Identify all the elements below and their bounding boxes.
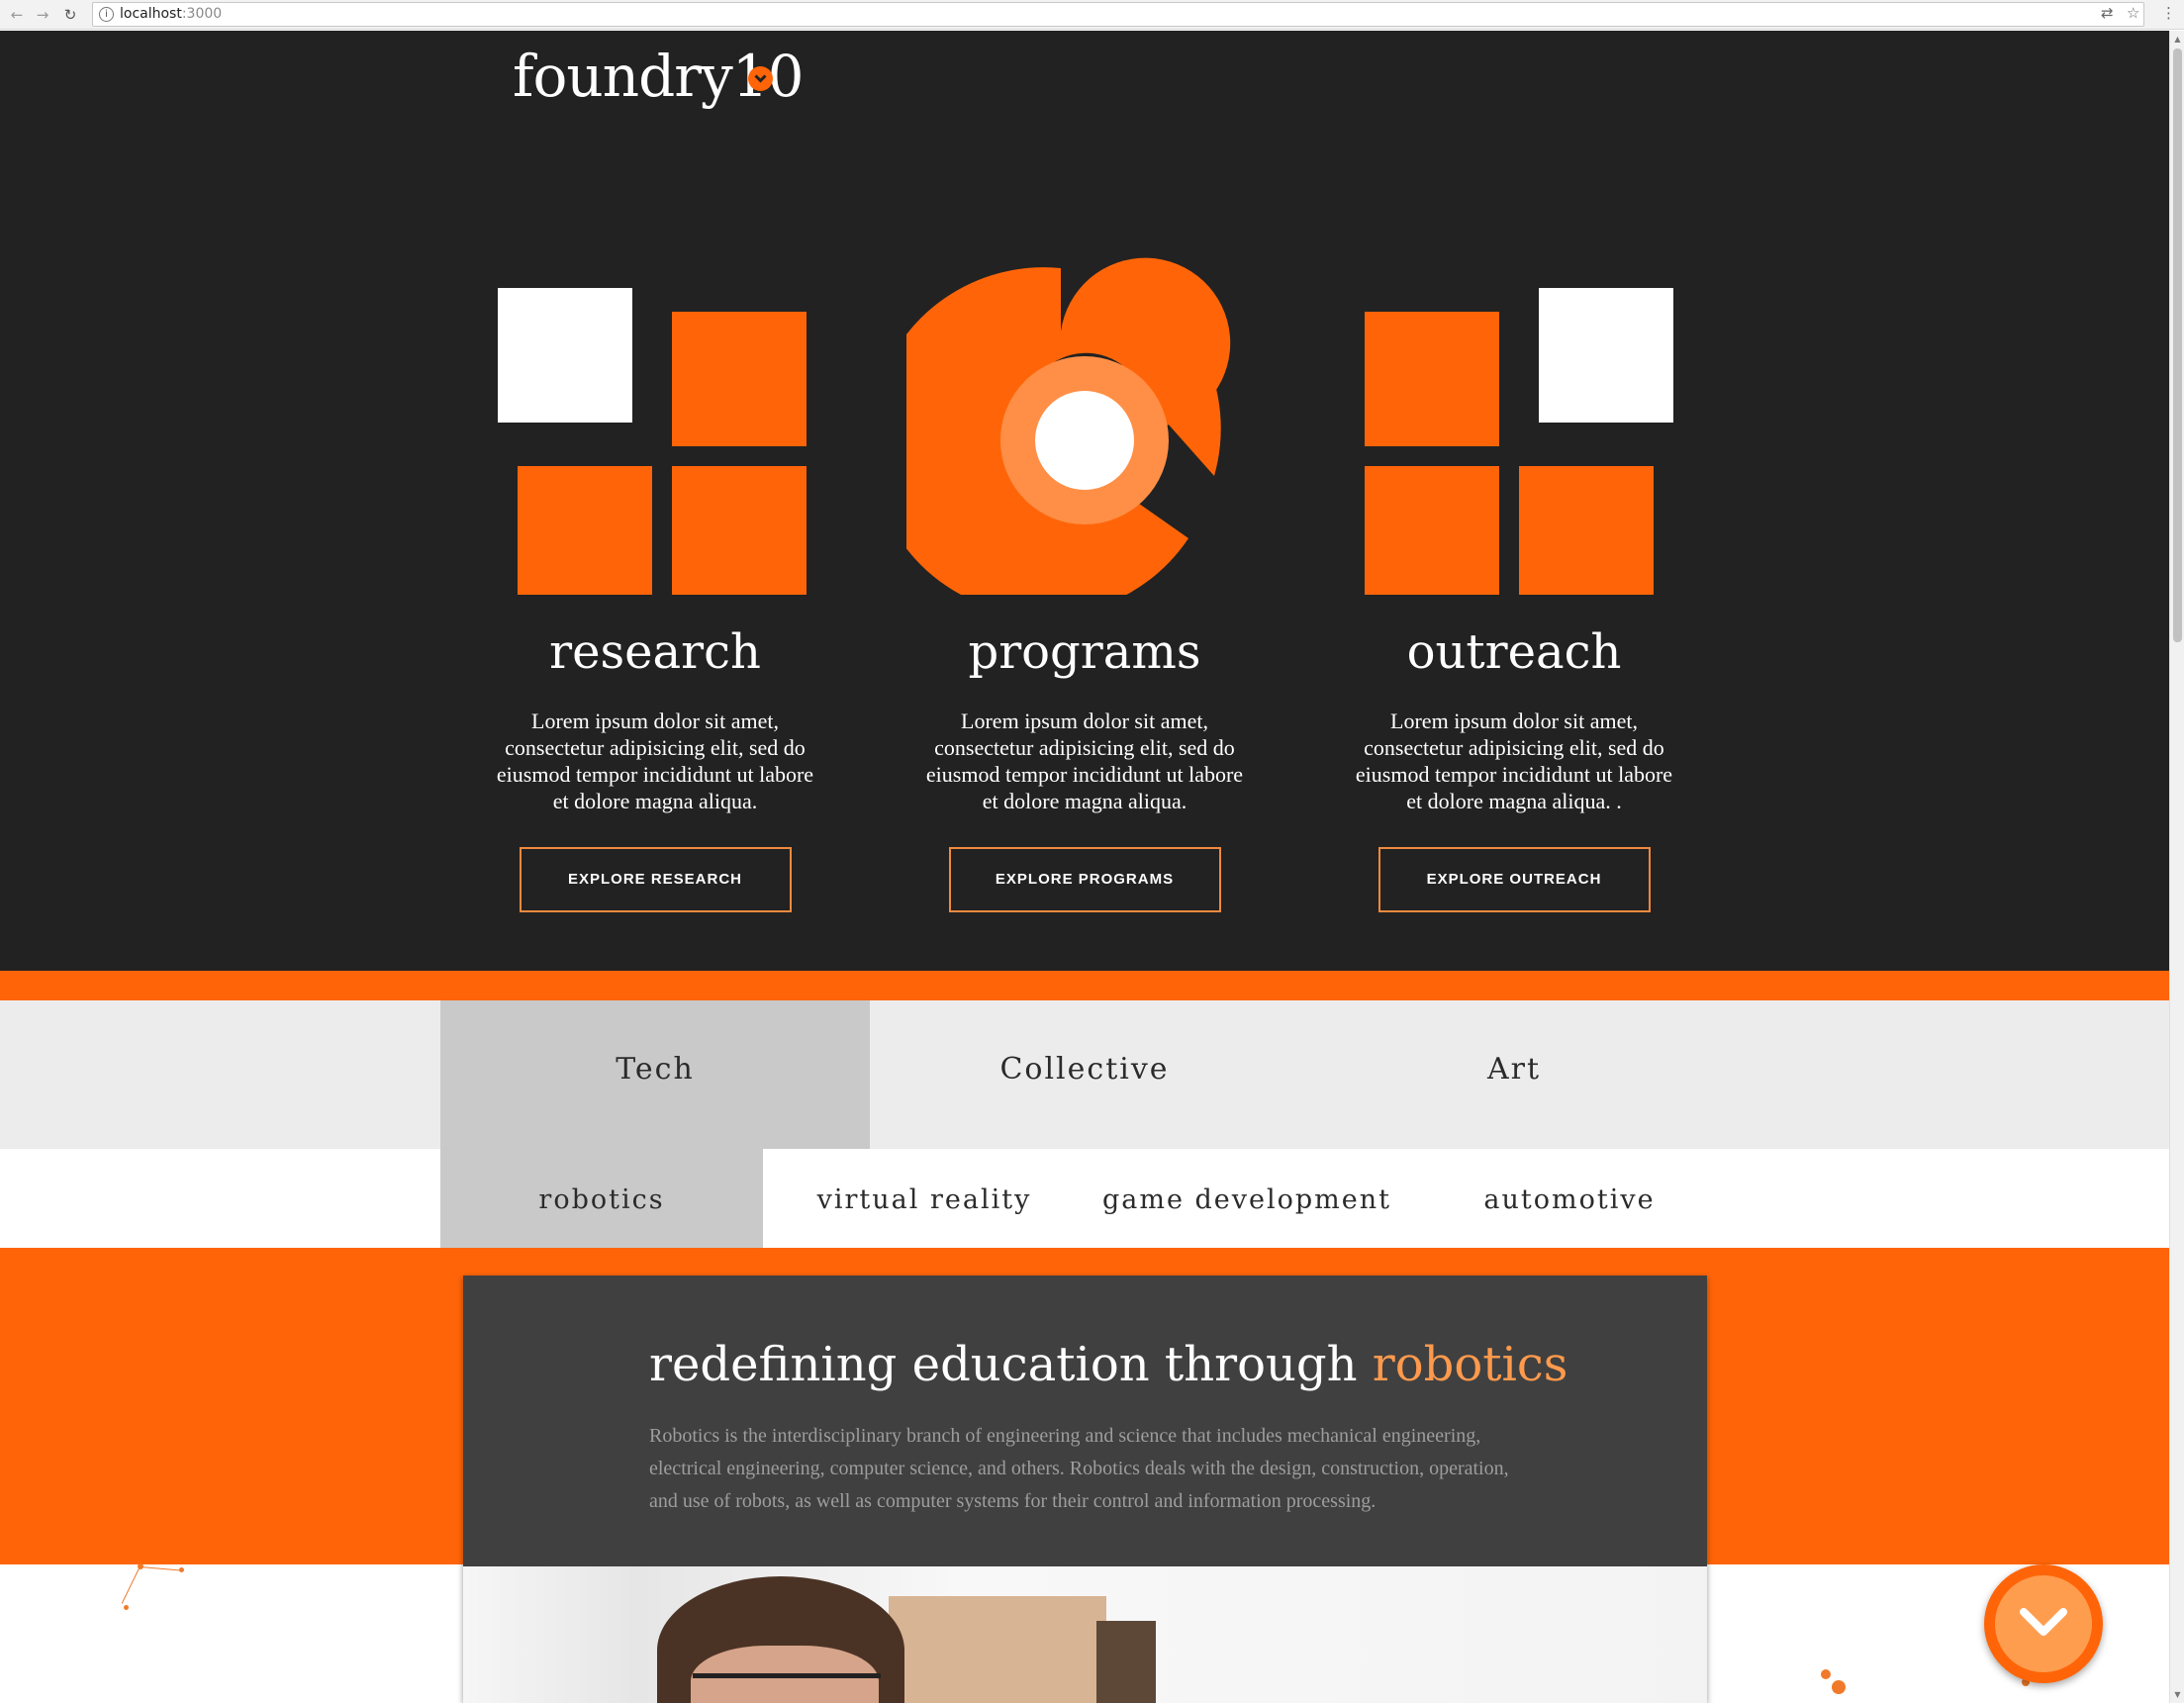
- photo-background-box: [889, 1596, 1106, 1703]
- tab-collective[interactable]: Collective: [870, 1000, 1299, 1149]
- feature-description: Robotics is the interdisciplinary branch…: [649, 1425, 1509, 1512]
- category-tabs: Tech Collective Art: [0, 1000, 2169, 1149]
- browser-toolbar: ← → ↻ i localhost:3000 ⇄ ☆ ⋮: [0, 0, 2184, 30]
- pillar-description: Lorem ipsum dolor sit amet, consectetur …: [1355, 709, 1673, 813]
- tab-robotics[interactable]: robotics: [440, 1149, 763, 1248]
- page-scrollbar[interactable]: ▲ ▼: [2169, 31, 2184, 1703]
- menu-toggle-button[interactable]: [748, 66, 773, 91]
- address-bar[interactable]: i localhost:3000: [92, 2, 2144, 27]
- decor-dot: [124, 1605, 129, 1610]
- chevron-down-icon: [754, 74, 767, 83]
- kebab-menu-icon[interactable]: ⋮: [2161, 4, 2176, 22]
- pillar-title: outreach: [1406, 624, 1622, 680]
- tab-tech[interactable]: Tech: [440, 1000, 870, 1149]
- scroll-down-button[interactable]: [1984, 1564, 2103, 1683]
- translate-icon[interactable]: ⇄: [2101, 4, 2114, 22]
- decor-line: [121, 1565, 141, 1604]
- pillar-title: research: [549, 624, 761, 680]
- pillar-description: Lorem ipsum dolor sit amet, consectetur …: [496, 709, 814, 813]
- reload-icon[interactable]: ↻: [59, 4, 81, 26]
- decor-line: [140, 1566, 182, 1571]
- scrollbar-thumb[interactable]: [2173, 48, 2182, 642]
- tab-art[interactable]: Art: [1299, 1000, 1729, 1149]
- chevron-down-icon: [2020, 1608, 2067, 1636]
- decor-dot: [1832, 1680, 1846, 1694]
- decor-dot: [1821, 1669, 1831, 1679]
- pillar-research: research Lorem ipsum dolor sit amet, con…: [477, 229, 833, 912]
- page: foundry10 research Lorem ipsum dolor sit…: [0, 31, 2169, 1703]
- divider-band: [0, 971, 2169, 1000]
- feature-card: redefining education through robotics Ro…: [463, 1276, 1707, 1703]
- photo-person-glasses: [693, 1673, 881, 1703]
- tab-automotive[interactable]: automotive: [1408, 1149, 1731, 1248]
- tab-game-development[interactable]: game development: [1086, 1149, 1408, 1248]
- explore-outreach-button[interactable]: EXPLORE OUTREACH: [1377, 847, 1651, 912]
- forward-icon[interactable]: →: [32, 4, 53, 26]
- scroll-up-arrow-icon[interactable]: ▲: [2172, 34, 2183, 45]
- scroll-down-arrow-icon[interactable]: ▼: [2172, 1689, 2183, 1700]
- feature-title-prefix: redefining education through: [649, 1337, 1373, 1392]
- programs-icon: [869, 229, 1263, 616]
- subcategory-tabs: robotics virtual reality game developmen…: [0, 1149, 2169, 1248]
- pillar-outreach: outreach Lorem ipsum dolor sit amet, con…: [1336, 229, 1692, 912]
- site-info-icon[interactable]: i: [99, 7, 114, 22]
- scroll-down-button-inner: [1995, 1575, 2092, 1672]
- pillar-programs: programs Lorem ipsum dolor sit amet, con…: [869, 229, 1263, 912]
- explore-programs-button[interactable]: EXPLORE PROGRAMS: [948, 847, 1221, 912]
- explore-research-button[interactable]: EXPLORE RESEARCH: [519, 847, 792, 912]
- feature-title-accent: robotics: [1372, 1337, 1568, 1392]
- star-icon[interactable]: ☆: [2127, 4, 2139, 22]
- photo-background-box: [1096, 1621, 1156, 1703]
- tab-virtual-reality[interactable]: virtual reality: [763, 1149, 1086, 1248]
- pillar-description: Lorem ipsum dolor sit amet, consectetur …: [925, 709, 1244, 813]
- feature-title: redefining education through robotics: [649, 1337, 1567, 1392]
- outreach-icon: [1336, 229, 1692, 601]
- back-icon[interactable]: ←: [6, 4, 28, 26]
- research-icon: [477, 229, 833, 601]
- url-text: localhost:3000: [120, 6, 223, 22]
- feature-photo: [463, 1566, 1707, 1703]
- pillar-title: programs: [968, 624, 1201, 680]
- hero-section: foundry10 research Lorem ipsum dolor sit…: [0, 31, 2169, 971]
